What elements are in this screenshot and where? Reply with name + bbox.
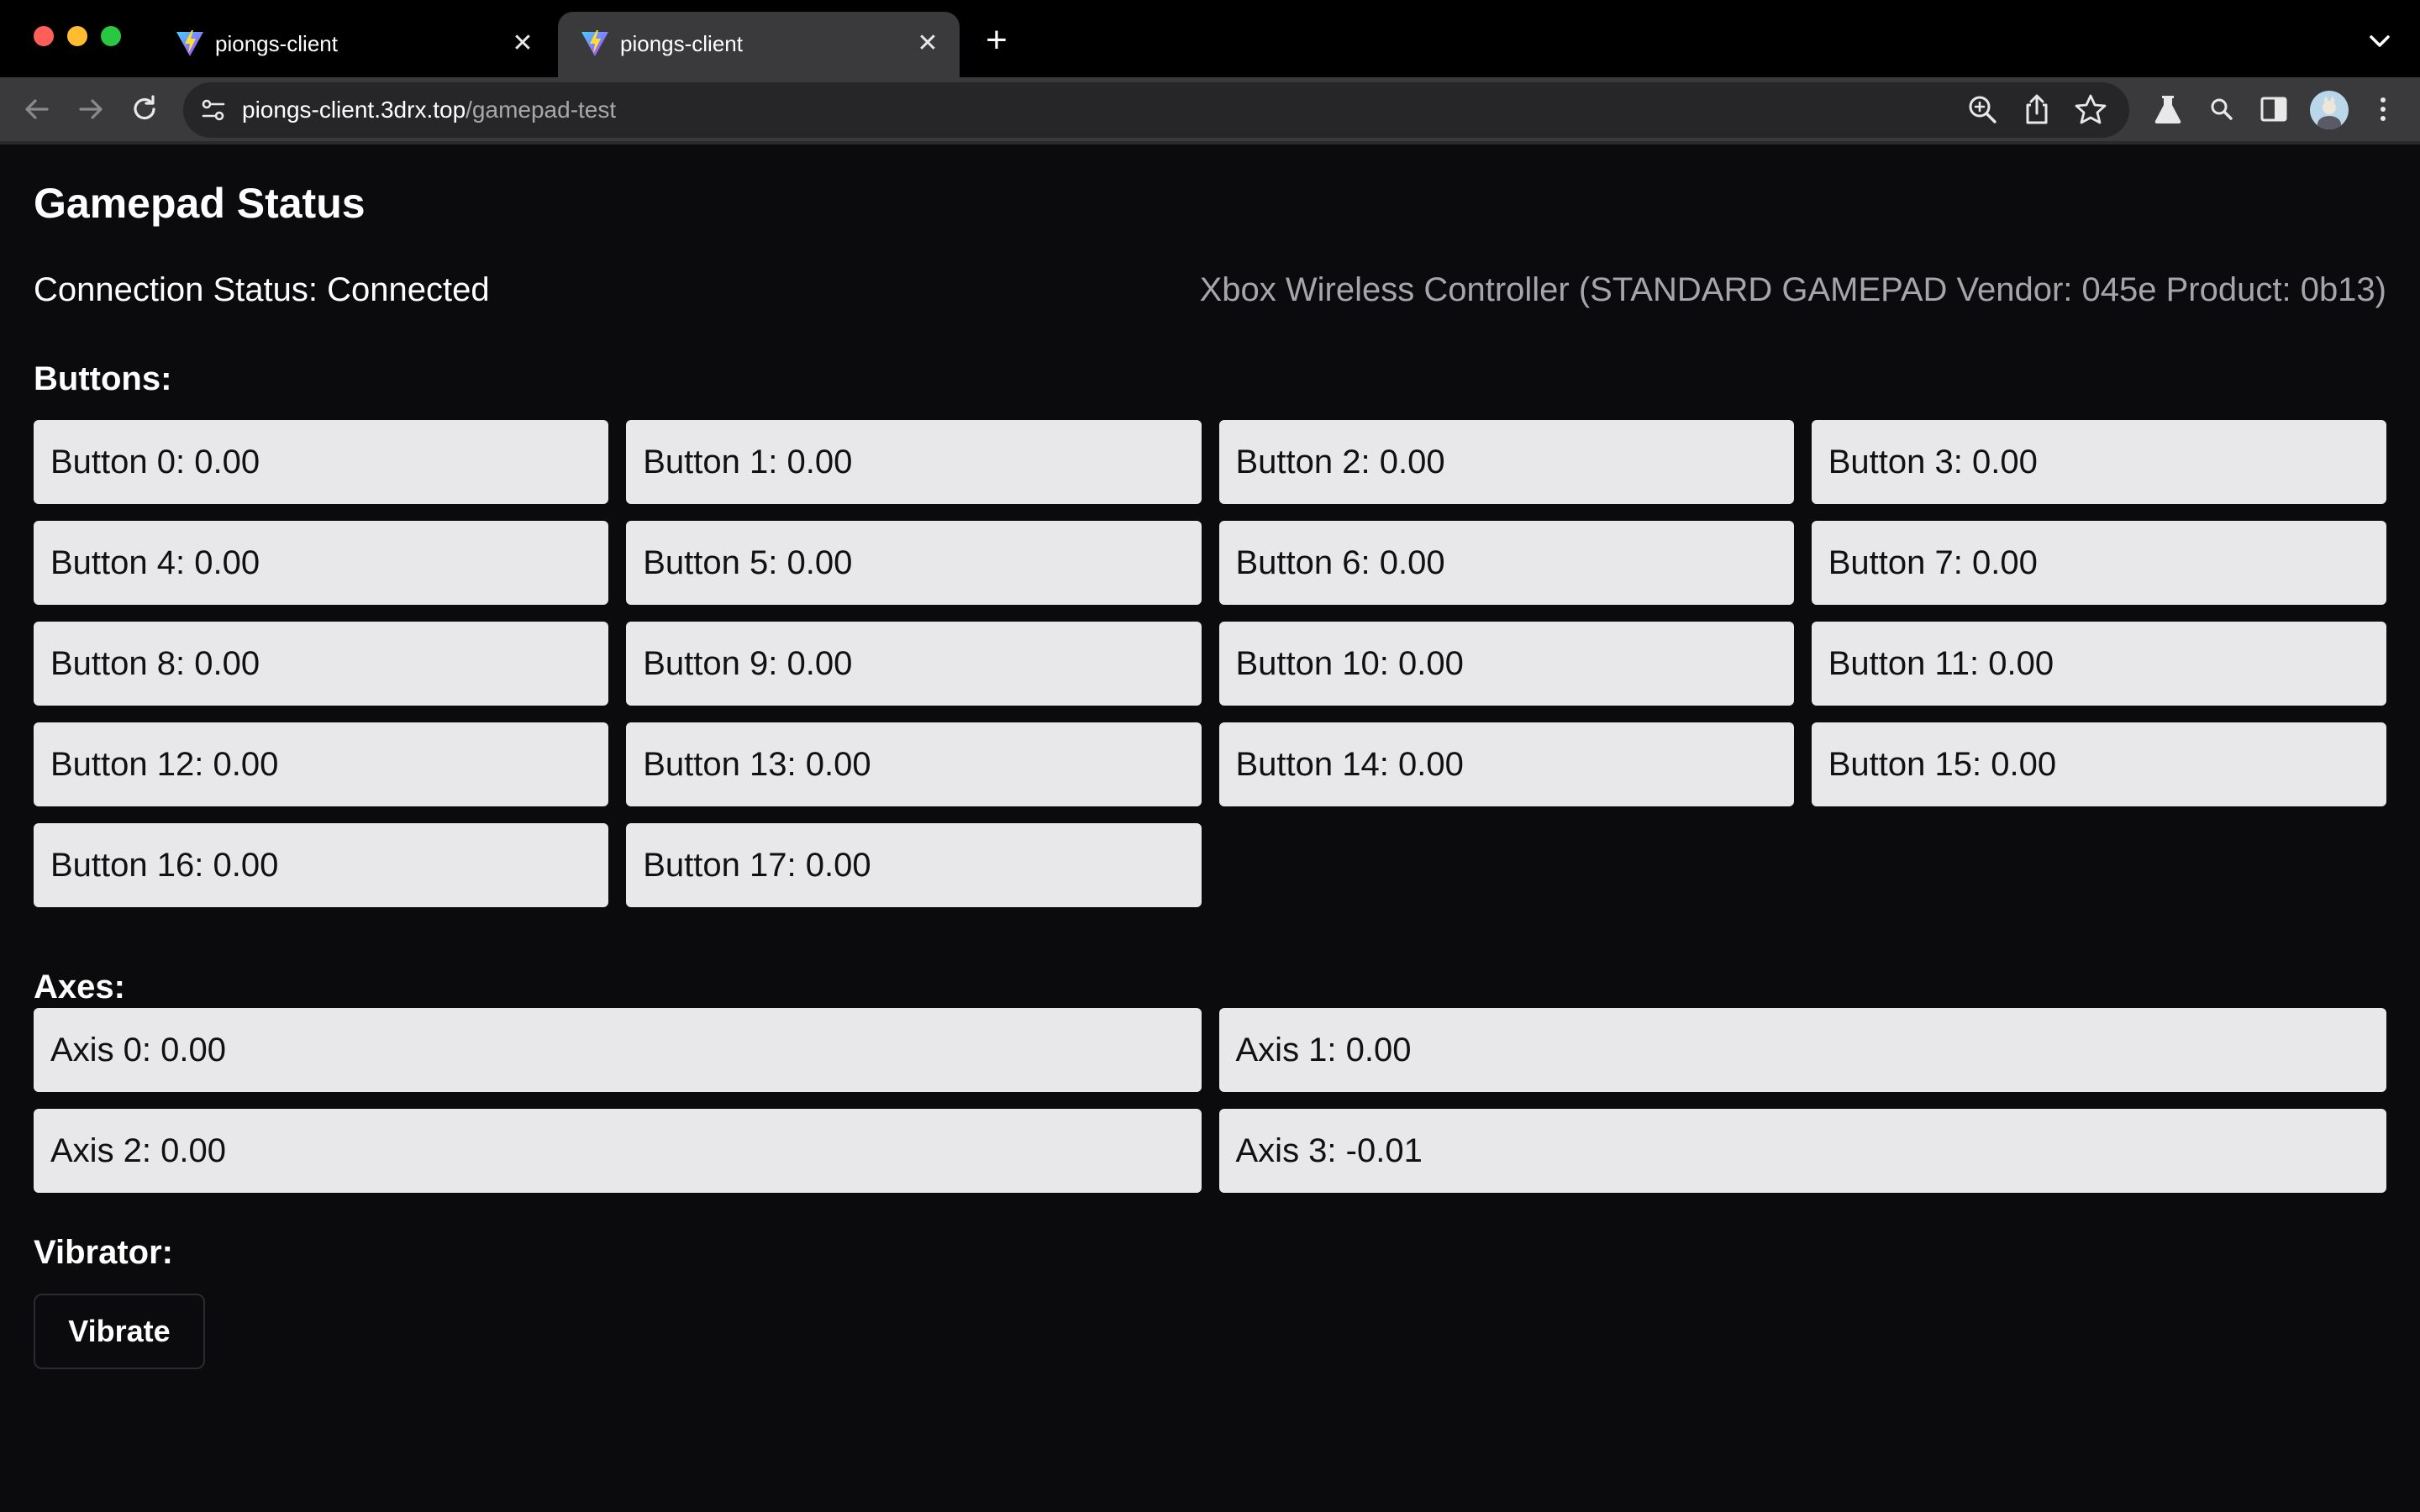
buttons-heading: Buttons:	[34, 360, 172, 397]
button-cell: Button 10: 0.00	[1218, 622, 1794, 706]
button-value: Button 3: 0.00	[1828, 443, 2038, 480]
site-settings-icon[interactable]	[197, 93, 230, 127]
button-value: Button 9: 0.00	[643, 644, 853, 682]
button-value: Button 8: 0.00	[50, 644, 260, 682]
button-value: Button 2: 0.00	[1235, 443, 1445, 480]
button-cell: Button 4: 0.00	[34, 521, 609, 605]
button-cell: Button 6: 0.00	[1218, 521, 1794, 605]
axis-cell: Axis 1: 0.00	[1218, 1008, 2386, 1092]
axis-value: Axis 0: 0.00	[50, 1031, 227, 1068]
avatar[interactable]	[2310, 91, 2349, 129]
close-tab-icon[interactable]: ✕	[911, 27, 944, 60]
button-value: Button 14: 0.00	[1235, 745, 1464, 783]
window-zoom-button[interactable]	[101, 26, 121, 46]
button-value: Button 0: 0.00	[50, 443, 260, 480]
device-name: Xbox Wireless Controller (STANDARD GAMEP…	[1199, 271, 2386, 308]
vite-logo-icon	[581, 30, 608, 56]
button-cell: Button 16: 0.00	[34, 823, 609, 907]
buttons-grid: Button 0: 0.00 Button 1: 0.00 Button 2: …	[34, 420, 2386, 907]
button-value: Button 6: 0.00	[1235, 543, 1445, 581]
button-cell: Button 9: 0.00	[626, 622, 1202, 706]
close-tab-icon[interactable]: ✕	[506, 27, 539, 60]
zoom-icon[interactable]	[1965, 92, 2002, 129]
arrow-right-icon[interactable]	[71, 89, 111, 129]
vite-logo-icon	[176, 30, 203, 56]
search-icon[interactable]	[2203, 91, 2240, 128]
vibrator-heading: Vibrator:	[34, 1234, 173, 1271]
tab-title: piongs-client	[215, 31, 338, 56]
page-title: Gamepad Status	[34, 180, 366, 227]
button-cell: Button 17: 0.00	[626, 823, 1202, 907]
button-value: Button 17: 0.00	[643, 846, 871, 884]
url-text[interactable]: piongs-client.3drx.top/gamepad-test	[242, 94, 616, 126]
axis-value: Axis 3: -0.01	[1235, 1131, 1423, 1169]
axis-cell: Axis 2: 0.00	[34, 1109, 1202, 1193]
button-value: Button 5: 0.00	[643, 543, 853, 581]
tab-title: piongs-client	[620, 31, 743, 56]
button-value: Button 11: 0.00	[1828, 644, 2054, 682]
button-value: Button 12: 0.00	[50, 745, 279, 783]
arrow-left-icon[interactable]	[17, 89, 57, 129]
button-cell: Button 12: 0.00	[34, 722, 609, 806]
side-panel-icon[interactable]	[2255, 91, 2292, 128]
connection-status: Connection Status: Connected	[34, 271, 490, 308]
axis-cell: Axis 0: 0.00	[34, 1008, 1202, 1092]
button-cell: Button 11: 0.00	[1811, 622, 2386, 706]
axis-value: Axis 2: 0.00	[50, 1131, 227, 1169]
button-value: Button 15: 0.00	[1828, 745, 2057, 783]
address-bar[interactable]: piongs-client.3drx.top/gamepad-test	[183, 82, 2129, 138]
new-tab-button[interactable]: +	[976, 22, 1017, 62]
kebab-menu-icon[interactable]	[2365, 91, 2402, 128]
button-cell: Button 8: 0.00	[34, 622, 609, 706]
button-value: Button 13: 0.00	[643, 745, 871, 783]
button-cell: Button 5: 0.00	[626, 521, 1202, 605]
window-close-button[interactable]	[34, 26, 54, 46]
tab-search-chevron-icon[interactable]	[2360, 24, 2400, 60]
axis-cell: Axis 3: -0.01	[1218, 1109, 2386, 1193]
share-icon[interactable]	[2018, 92, 2055, 129]
button-cell: Button 7: 0.00	[1811, 521, 2386, 605]
star-icon[interactable]	[2072, 92, 2109, 129]
button-cell: Button 0: 0.00	[34, 420, 609, 504]
browser-tab[interactable]: piongs-client ✕	[153, 12, 555, 77]
profile-picture-icon	[2317, 96, 2341, 129]
url-path: /gamepad-test	[466, 97, 617, 123]
button-value: Button 7: 0.00	[1828, 543, 2038, 581]
button-cell: Button 2: 0.00	[1218, 420, 1794, 504]
browser-toolbar: piongs-client.3drx.top/gamepad-test	[0, 77, 2420, 144]
button-value: Button 4: 0.00	[50, 543, 260, 581]
button-cell: Button 1: 0.00	[626, 420, 1202, 504]
browser-tab-active[interactable]: piongs-client ✕	[558, 12, 960, 77]
vibrate-button[interactable]: Vibrate	[34, 1294, 205, 1369]
url-host: piongs-client.3drx.top	[242, 97, 466, 123]
axes-heading: Axes:	[34, 969, 125, 1005]
button-cell: Button 3: 0.00	[1811, 420, 2386, 504]
axis-value: Axis 1: 0.00	[1235, 1031, 1412, 1068]
button-cell: Button 13: 0.00	[626, 722, 1202, 806]
window-minimize-button[interactable]	[67, 26, 87, 46]
button-value: Button 1: 0.00	[643, 443, 853, 480]
button-cell: Button 15: 0.00	[1811, 722, 2386, 806]
axes-grid: Axis 0: 0.00 Axis 1: 0.00 Axis 2: 0.00 A…	[34, 1008, 2386, 1193]
button-value: Button 10: 0.00	[1235, 644, 1464, 682]
reload-icon[interactable]	[124, 89, 165, 129]
page-content: Gamepad Status Connection Status: Connec…	[0, 144, 2420, 1512]
flask-icon[interactable]	[2149, 91, 2186, 128]
browser-tab-strip: piongs-client ✕ piongs-client ✕ +	[0, 0, 2420, 77]
button-cell: Button 14: 0.00	[1218, 722, 1794, 806]
button-value: Button 16: 0.00	[50, 846, 279, 884]
